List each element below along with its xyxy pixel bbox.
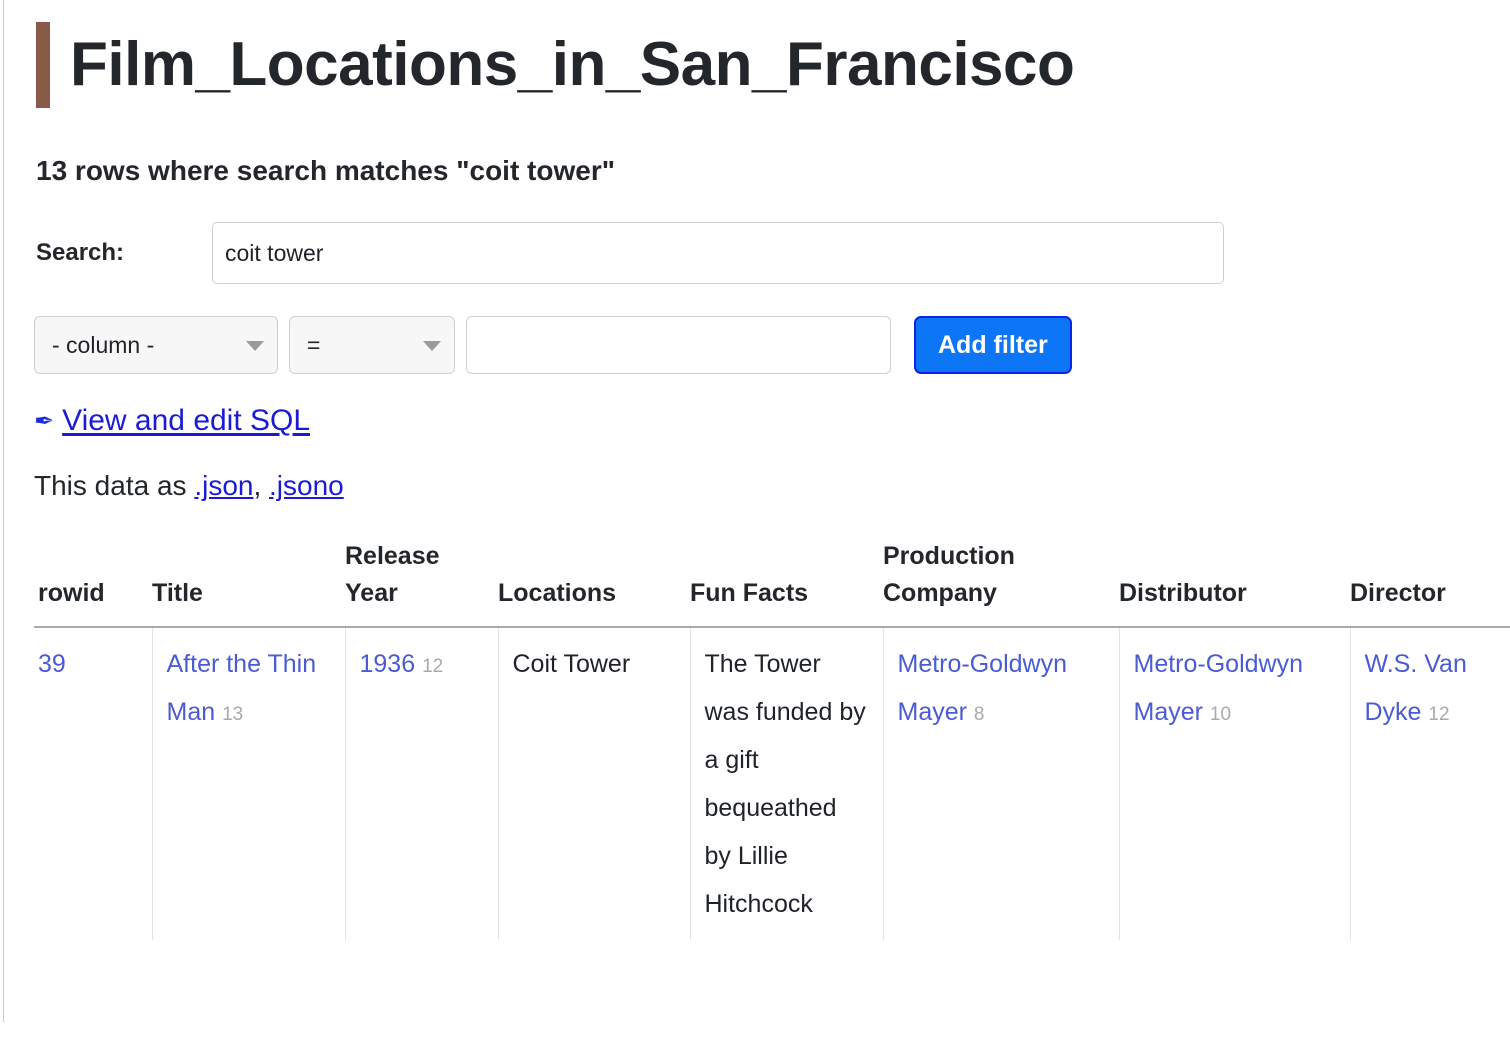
- filter-value-input[interactable]: [466, 316, 891, 374]
- cell-director: W.S. Van Dyke 12: [1350, 627, 1510, 940]
- cell-distributor: Metro-Goldwyn Mayer 10: [1119, 627, 1351, 940]
- pencil-icon: ✒: [34, 408, 55, 435]
- chevron-down-icon: [423, 341, 441, 351]
- cell-rowid: 39: [34, 627, 153, 940]
- filter-form: - column - = Add filter: [0, 316, 1510, 374]
- column-header-release-year[interactable]: Release Year: [345, 538, 498, 628]
- results-table-wrapper: rowid Title Release Year Locations Fun F…: [0, 538, 1510, 940]
- search-input[interactable]: [212, 222, 1224, 284]
- filter-column-select[interactable]: - column -: [34, 316, 278, 374]
- column-header-title[interactable]: Title: [152, 538, 345, 628]
- cell-locations: Coit Tower: [498, 627, 691, 940]
- table-row: 39 After the Thin Man 13 1936 12 Coit To…: [34, 627, 1510, 940]
- release-year-link[interactable]: 1936: [360, 650, 416, 678]
- column-header-fun-facts[interactable]: Fun Facts: [690, 538, 883, 628]
- search-form: Search:: [0, 222, 1510, 284]
- rowid-link[interactable]: 39: [38, 650, 66, 678]
- filter-operator-select[interactable]: =: [289, 316, 455, 374]
- export-link-jsono[interactable]: .jsono: [269, 470, 344, 501]
- cell-release-year: 1936 12: [345, 627, 499, 940]
- cell-production-company: Metro-Goldwyn Mayer 8: [883, 627, 1120, 940]
- view-and-edit-sql-link[interactable]: View and edit SQL: [62, 404, 310, 438]
- column-header-rowid[interactable]: rowid: [34, 538, 152, 628]
- director-facet-count: 12: [1428, 704, 1450, 725]
- release-year-facet-count: 12: [422, 656, 444, 677]
- column-header-distributor[interactable]: Distributor: [1119, 538, 1350, 628]
- export-prefix-label: This data as: [34, 470, 195, 501]
- director-link[interactable]: W.S. Van Dyke: [1365, 650, 1467, 726]
- filter-column-select-value: - column -: [52, 331, 155, 358]
- production-company-facet-count: 8: [973, 704, 985, 725]
- table-header-row: rowid Title Release Year Locations Fun F…: [34, 538, 1510, 628]
- view-edit-sql-row: ✒ View and edit SQL: [0, 404, 1510, 438]
- page-root: Film_Locations_in_San_Francisco 13 rows …: [0, 22, 1510, 940]
- search-label: Search:: [36, 239, 125, 266]
- title-facet-count: 13: [222, 704, 244, 725]
- cell-title: After the Thin Man 13: [152, 627, 346, 940]
- filter-operator-select-value: =: [307, 331, 321, 358]
- title-accent-bar: [36, 22, 50, 108]
- column-header-production-company[interactable]: Production Company: [883, 538, 1119, 628]
- export-link-json[interactable]: .json: [194, 470, 253, 501]
- page-title: Film_Locations_in_San_Francisco: [70, 30, 1075, 99]
- row-count-heading: 13 rows where search matches "coit tower…: [36, 155, 616, 186]
- export-separator: ,: [253, 470, 270, 501]
- cell-fun-facts: The Tower was funded by a gift bequeathe…: [690, 627, 884, 940]
- results-table: rowid Title Release Year Locations Fun F…: [34, 538, 1510, 940]
- chevron-down-icon: [246, 341, 264, 351]
- page-header: Film_Locations_in_San_Francisco: [0, 22, 1510, 108]
- add-filter-button[interactable]: Add filter: [914, 316, 1072, 374]
- export-links-row: This data as .json, .jsono: [0, 470, 1510, 502]
- distributor-facet-count: 10: [1209, 704, 1232, 725]
- column-header-director[interactable]: Director: [1350, 538, 1510, 628]
- column-header-locations[interactable]: Locations: [498, 538, 690, 628]
